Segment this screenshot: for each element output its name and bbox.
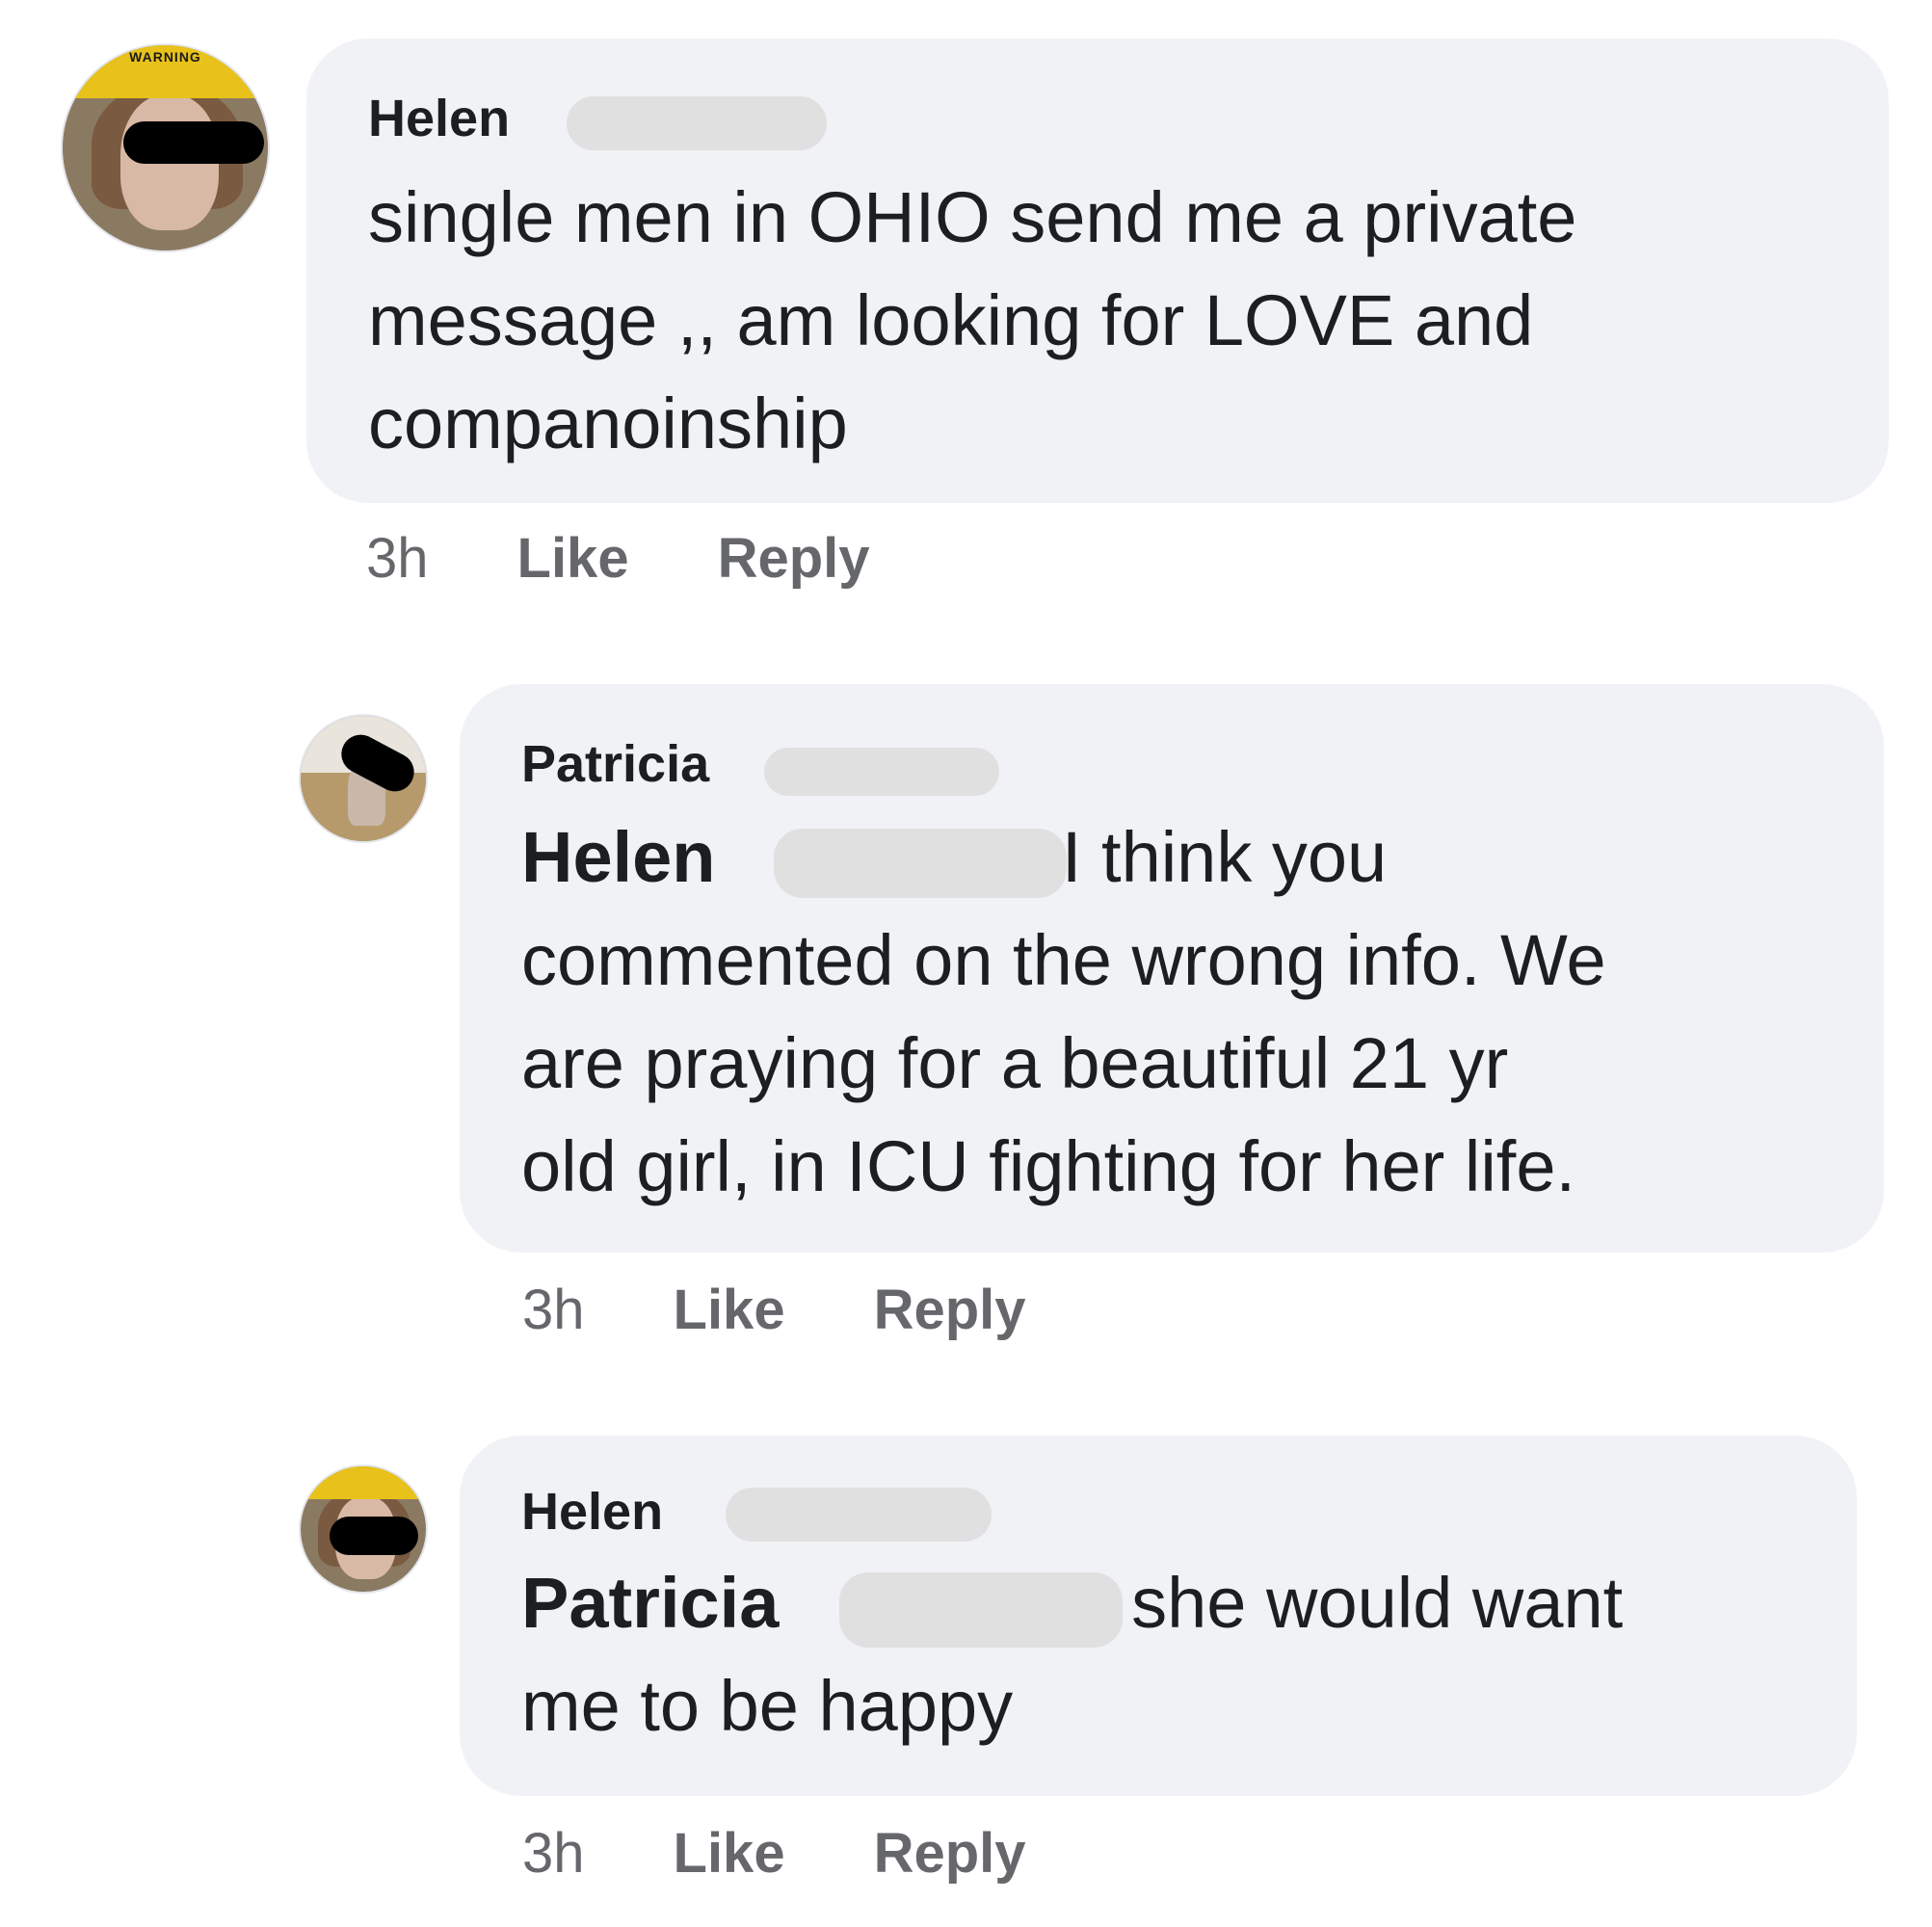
comment-line: Helenr I think you	[521, 805, 1884, 909]
redaction-patch	[764, 748, 999, 796]
redaction-patch	[726, 1488, 992, 1542]
comment-line: single men in OHIO send me a private	[368, 177, 1577, 257]
like-button[interactable]: Like	[674, 1823, 785, 1885]
redaction-patch	[839, 1572, 1123, 1648]
comment-timestamp: 3h	[366, 527, 429, 590]
reply-button[interactable]: Reply	[874, 1823, 1026, 1885]
comment-line: are praying for a beautiful 21 yr	[521, 1023, 1509, 1103]
comment-body: Patrician she would want me to be happy	[521, 1551, 1857, 1757]
redaction-bar-icon	[123, 121, 264, 164]
reply-button[interactable]: Reply	[718, 528, 870, 590]
mention-link[interactable]: Helenr	[521, 805, 1067, 909]
author-name: Patricia	[521, 735, 710, 793]
comment-text: she would want	[1111, 1563, 1624, 1643]
comment-author[interactable]: Patricia	[521, 734, 999, 796]
comment-line: message ,, am looking for LOVE and	[368, 280, 1534, 360]
comment-line: companoinship	[368, 383, 848, 463]
redaction-bar-icon	[330, 1517, 418, 1555]
comment-line: commented on the wrong info. We	[521, 920, 1606, 1000]
mention-link[interactable]: Patrician	[521, 1551, 1123, 1654]
reply-button[interactable]: Reply	[874, 1280, 1026, 1341]
redaction-patch	[774, 829, 1067, 898]
comment-line: Patrician she would want	[521, 1551, 1857, 1654]
comment-timestamp: 3h	[522, 1822, 585, 1885]
comment-timestamp: 3h	[522, 1279, 585, 1341]
mention-name: Patricia	[521, 1563, 780, 1643]
comment-author[interactable]: Helen	[521, 1482, 992, 1542]
comment-author[interactable]: Helen	[368, 89, 827, 150]
comment-actions: 3h Like Reply	[366, 528, 870, 590]
comment-body: Helenr I think you commented on the wron…	[521, 805, 1884, 1218]
avatar-warning-band	[301, 1466, 426, 1499]
mention-name: Helen	[521, 817, 716, 897]
comment-bubble: Helen Patrician she would want me to be …	[460, 1436, 1857, 1796]
comment-actions: 3h Like Reply	[522, 1823, 1026, 1885]
avatar-warning-text: WARNING	[129, 49, 201, 66]
author-name: Helen	[368, 90, 511, 147]
comment-line: old girl, in ICU fighting for her life.	[521, 1126, 1576, 1206]
comment-actions: 3h Like Reply	[522, 1280, 1026, 1341]
comment-line: me to be happy	[521, 1666, 1014, 1746]
like-button[interactable]: Like	[674, 1280, 785, 1341]
comment-text: I think you	[1042, 817, 1388, 897]
like-button[interactable]: Like	[517, 528, 629, 590]
comment-bubble: Helen single men in OHIO send me a priva…	[306, 39, 1889, 503]
redaction-patch	[567, 96, 827, 150]
comment-bubble: Patricia Helenr I think you commented on…	[460, 684, 1884, 1253]
comment-body: single men in OHIO send me a private mes…	[368, 166, 1889, 475]
author-name: Helen	[521, 1483, 664, 1541]
